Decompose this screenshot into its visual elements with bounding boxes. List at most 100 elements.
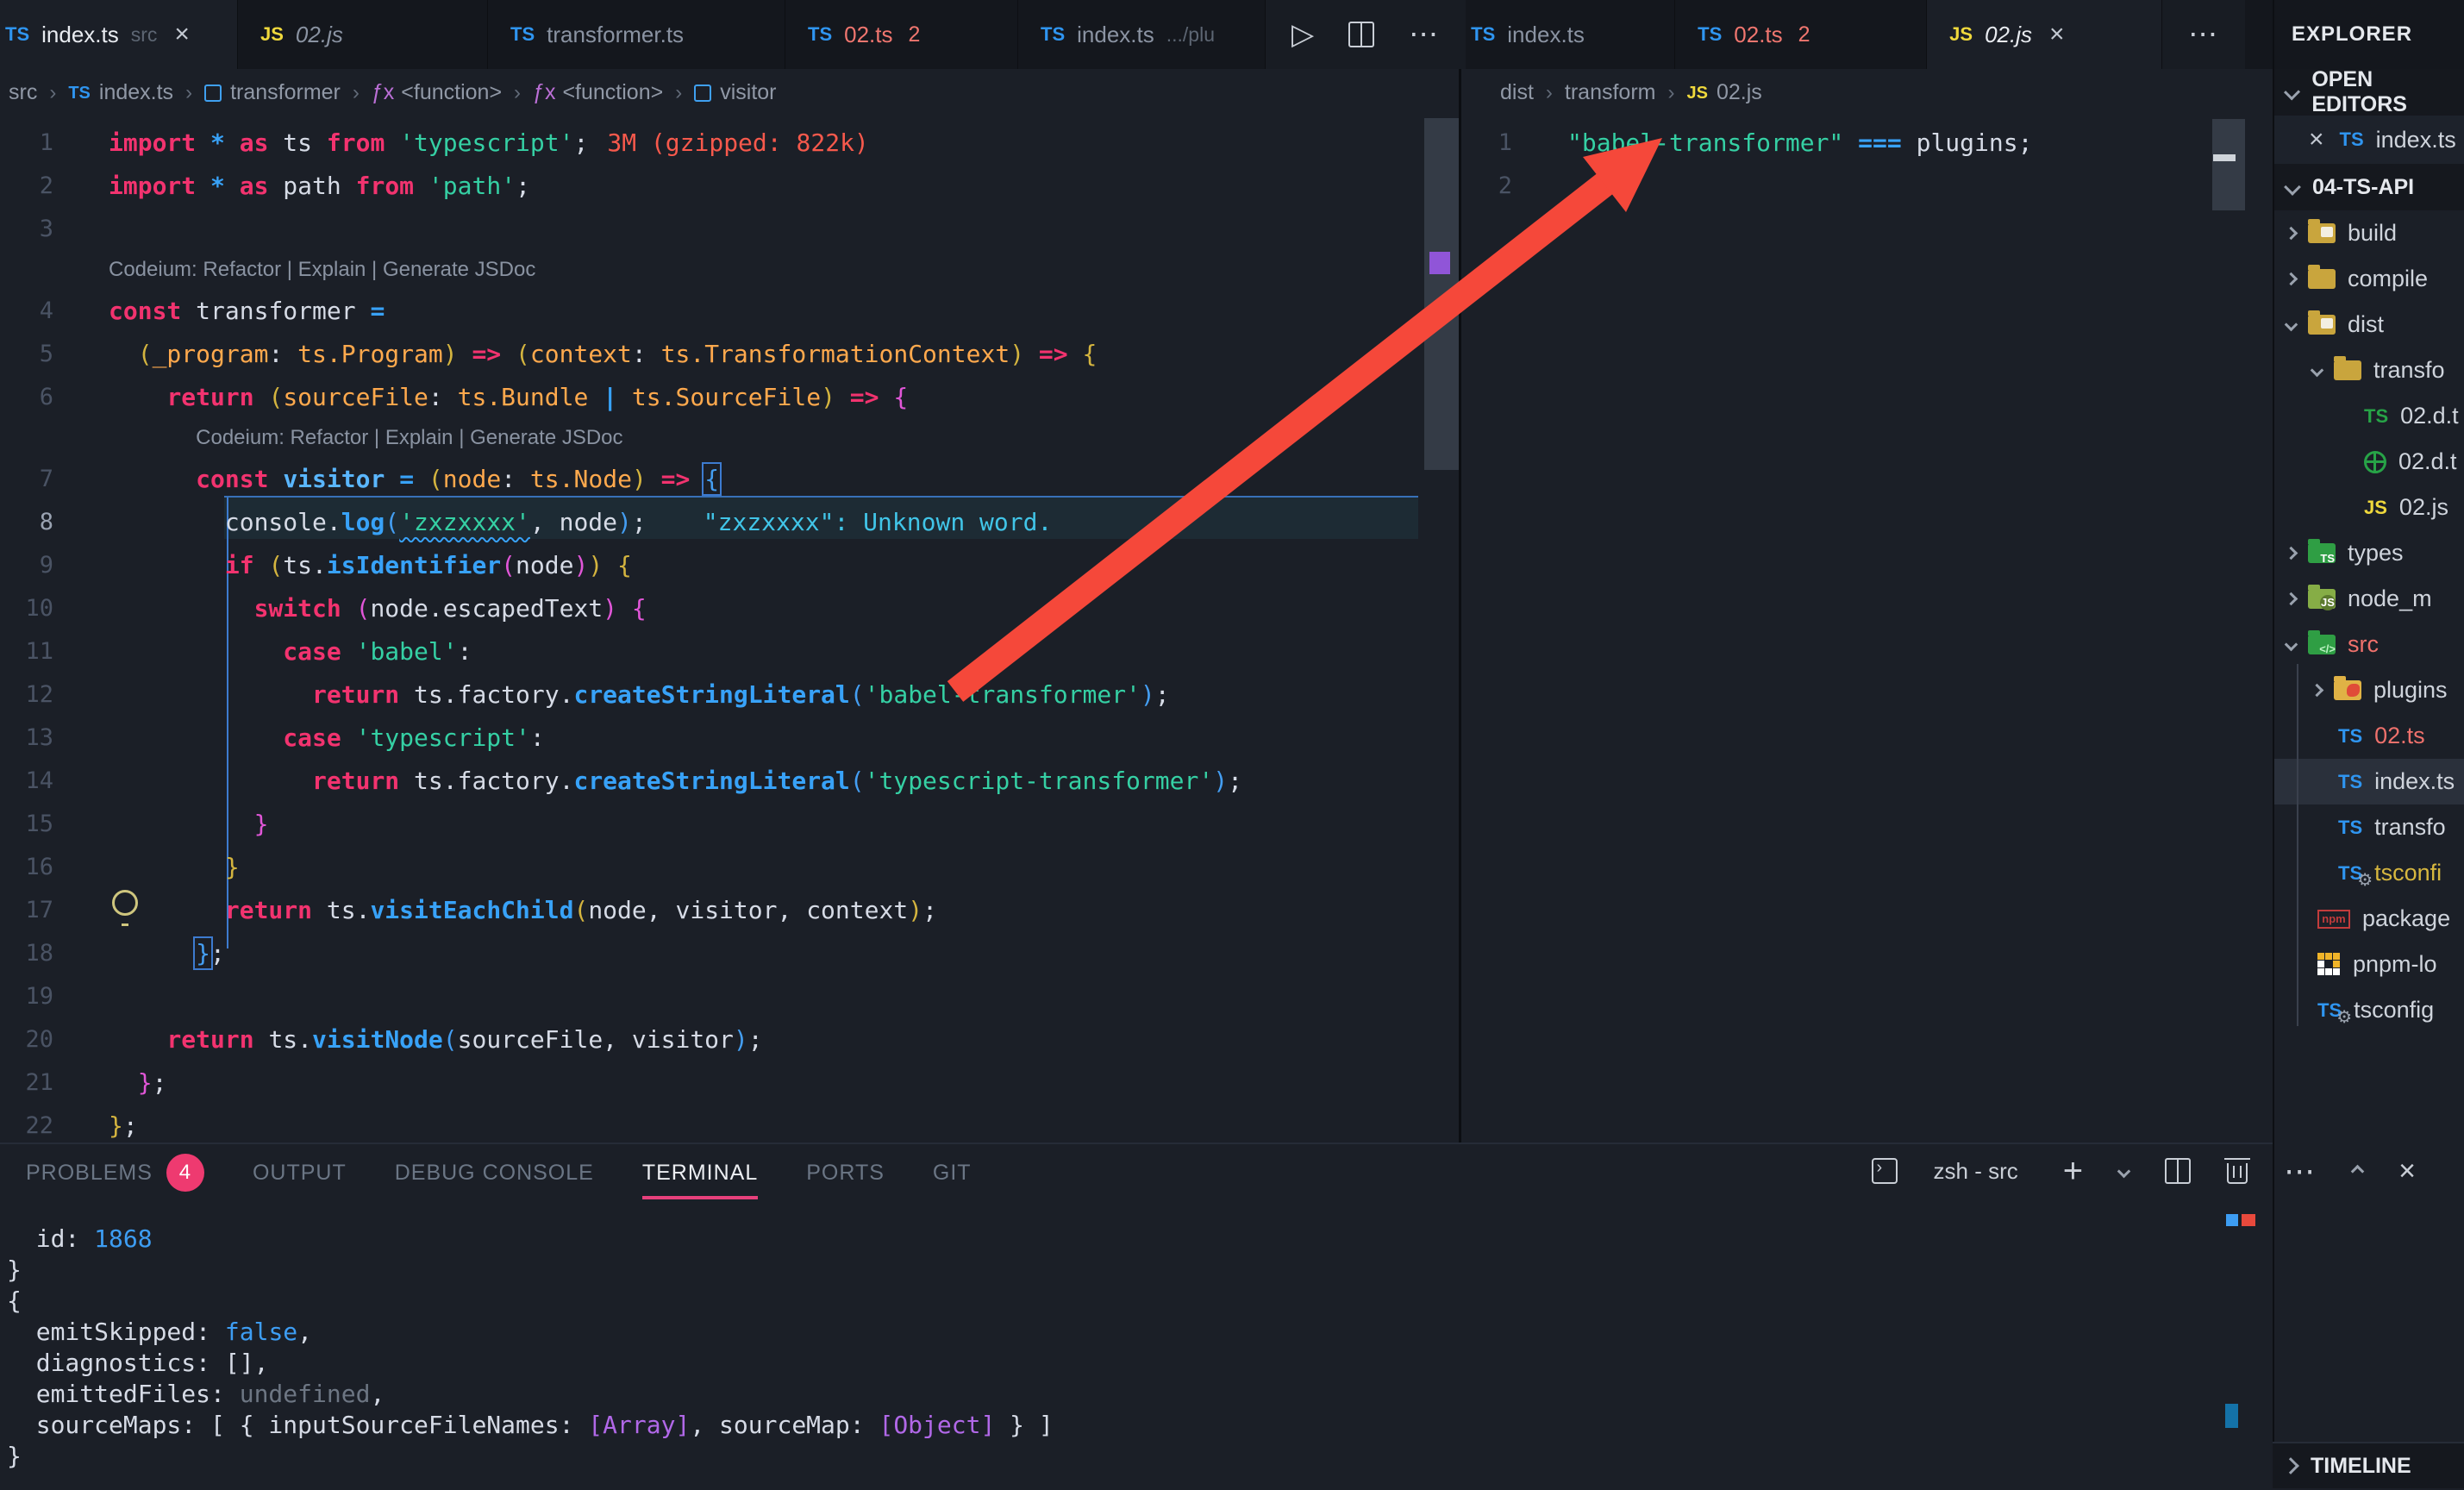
codelens[interactable]: Codeium: Refactor | Explain | Generate J… [109,250,535,289]
code-line[interactable]: 3 [0,207,1423,250]
chevron-down-icon [2284,178,2301,196]
line-number: 20 [0,1026,82,1053]
panel-tab-git[interactable]: GIT [933,1144,972,1201]
line-number: 1 [1459,129,1541,156]
panel-tab-ports[interactable]: PORTS [806,1144,885,1201]
code-line[interactable]: 12 return ts.factory.createStringLiteral… [0,673,1423,716]
tree-item-node_m[interactable]: node_m [2274,576,2464,622]
code-line[interactable]: 21 }; [0,1061,1423,1104]
codelens[interactable]: Codeium: Refactor | Explain | Generate J… [196,418,622,457]
editor-right[interactable]: 1"babel-transformer" === plugins;2 [1459,0,2200,1143]
panel-tab-debug-console[interactable]: DEBUG CONSOLE [395,1144,594,1201]
editor-right-scrollbar[interactable] [2212,119,2245,210]
tree-item-02.ts[interactable]: TS02.ts [2274,713,2464,759]
tree-item-plugins[interactable]: plugins [2274,667,2464,713]
code-line[interactable]: 11 case 'babel': [0,629,1423,673]
code-line[interactable]: 10 switch (node.escapedText) { [0,586,1423,629]
code-line[interactable]: 22}; [0,1104,1423,1147]
code-line[interactable]: 14 return ts.factory.createStringLiteral… [0,759,1423,802]
line-number: 10 [0,595,82,622]
code-line[interactable]: 1import * as ts from 'typescript';3M (gz… [0,121,1423,164]
line-number: 12 [0,681,82,708]
code-line[interactable]: 15 } [0,802,1423,845]
code-line[interactable]: 18 }; [0,931,1423,974]
panel-tab-output[interactable]: OUTPUT [253,1144,347,1201]
code-line[interactable]: 19 [0,974,1423,1017]
code-line[interactable]: 16 } [0,845,1423,888]
code-line[interactable]: 2 [1459,164,2200,207]
tree-item-build[interactable]: build [2274,210,2464,256]
code-line[interactable]: 20 return ts.visitNode(sourceFile, visit… [0,1017,1423,1061]
tree-item-package[interactable]: npmpackage [2274,896,2464,942]
code-line[interactable]: 17 return ts.visitEachChild(node, visito… [0,888,1423,931]
panel-tab-problems[interactable]: PROBLEMS4 [26,1144,204,1201]
folder-deco-gold-icon [2308,223,2336,243]
lightbulb-icon[interactable] [112,890,138,916]
tree-item-02.d.t[interactable]: TS02.d.t [2274,393,2464,439]
tree-item-02.js[interactable]: JS02.js [2274,485,2464,530]
tree-item-transfo[interactable]: transfo [2274,347,2464,393]
close-icon[interactable]: × [2309,125,2324,154]
terminal-line: id: 1868 [7,1223,153,1254]
timeline-section[interactable]: TIMELINE [2273,1442,2464,1488]
code-line[interactable]: 2import * as path from 'path'; [0,164,1423,207]
tree-item-types[interactable]: types [2274,530,2464,576]
tree-item-tsconfig[interactable]: TStsconfig [2274,987,2464,1033]
tree-item-transfo[interactable]: TStransfo [2274,804,2464,850]
tree-item-pnpm-lo[interactable]: pnpm-lo [2274,942,2464,987]
panel-tab-label: OUTPUT [253,1161,347,1186]
panel-tab-terminal[interactable]: TERMINAL [642,1144,758,1201]
more-actions-button[interactable]: ⋯ [2284,1153,2317,1189]
terminal-line: sourceMaps: [ { inputSourceFileNames: [A… [7,1409,1054,1440]
ts-icon: TS [2338,773,2362,792]
new-terminal-button[interactable]: + [2063,1154,2083,1188]
maximize-panel-chevron[interactable] [2351,1164,2365,1178]
tree-item-label: package [2362,905,2450,932]
panel-tab-label: PORTS [806,1161,885,1186]
split-terminal-button[interactable] [2165,1158,2191,1184]
code-line[interactable]: 5 (_program: ts.Program) => (context: ts… [0,332,1423,375]
editor-left[interactable]: 1import * as ts from 'typescript';3M (gz… [0,0,1423,1143]
code-line[interactable]: 6 return (sourceFile: ts.Bundle | ts.Sou… [0,375,1423,418]
inline-hint: "zxzxxxx": Unknown word. [704,508,1053,536]
open-editor-item[interactable]: × TS index.ts [2274,116,2464,164]
code-text: return ts.visitNode(sourceFile, visitor)… [82,1025,763,1054]
terminal-line: emittedFiles: undefined, [7,1378,385,1409]
editor-left-scrollbar[interactable] [1424,118,1459,470]
code-line[interactable]: 9 if (ts.isIdentifier(node)) { [0,543,1423,586]
chevron-right-icon [2285,227,2298,241]
panel-actions: zsh - src + ⋯ × [1872,1153,2416,1189]
chevron-right-icon [2285,547,2298,560]
tree-item-label: compile [2348,266,2428,292]
code-line[interactable]: 8 console.log('zxzxxxx', node);"zxzxxxx"… [0,500,1423,543]
tree-item-src[interactable]: src [2274,622,2464,667]
code-line[interactable]: 13 case 'typescript': [0,716,1423,759]
tree-item-02.d.t[interactable]: 02.d.t [2274,439,2464,485]
code-text: }; [82,1111,138,1140]
terminal-dropdown-chevron[interactable] [2117,1164,2131,1178]
chevron-down-icon [2311,364,2324,378]
tree-item-dist[interactable]: dist [2274,302,2464,347]
open-editors-section[interactable]: OPEN EDITORS [2274,69,2464,116]
terminal-session-label[interactable]: zsh - src [1934,1158,2018,1185]
code-line[interactable]: 1"babel-transformer" === plugins; [1459,121,2200,164]
open-editor-label: index.ts [2376,127,2456,153]
kill-terminal-button[interactable] [2227,1163,2248,1184]
close-panel-button[interactable]: × [2398,1156,2416,1186]
code-line[interactable]: 4const transformer = [0,289,1423,332]
workspace-section[interactable]: 04-TS-API [2274,164,2464,210]
ts-gear-icon: TS [2338,864,2362,883]
code-text: }; [82,939,225,967]
tree-item-tsconfi[interactable]: TStsconfi [2274,850,2464,896]
terminal-output[interactable]: id: 1868}{ emitSkipped: false, diagnosti… [0,1201,2273,1490]
tree-item-compile[interactable]: compile [2274,256,2464,302]
bottom-panel: PROBLEMS4 OUTPUT DEBUG CONSOLE TERMINAL PORT… [0,1143,2273,1488]
tree-item-index.ts[interactable]: TSindex.ts [2274,759,2464,804]
folder-gold-icon [2334,360,2361,380]
tree-item-label: 02.d.t [2398,448,2457,475]
open-editors-label: OPEN EDITORS [2311,67,2464,117]
inline-hint: 3M (gzipped: 822k) [607,128,868,157]
terminal-line: } [7,1254,22,1285]
code-line[interactable]: 7 const visitor = (node: ts.Node) => { [0,457,1423,500]
line-number: 21 [0,1069,82,1096]
